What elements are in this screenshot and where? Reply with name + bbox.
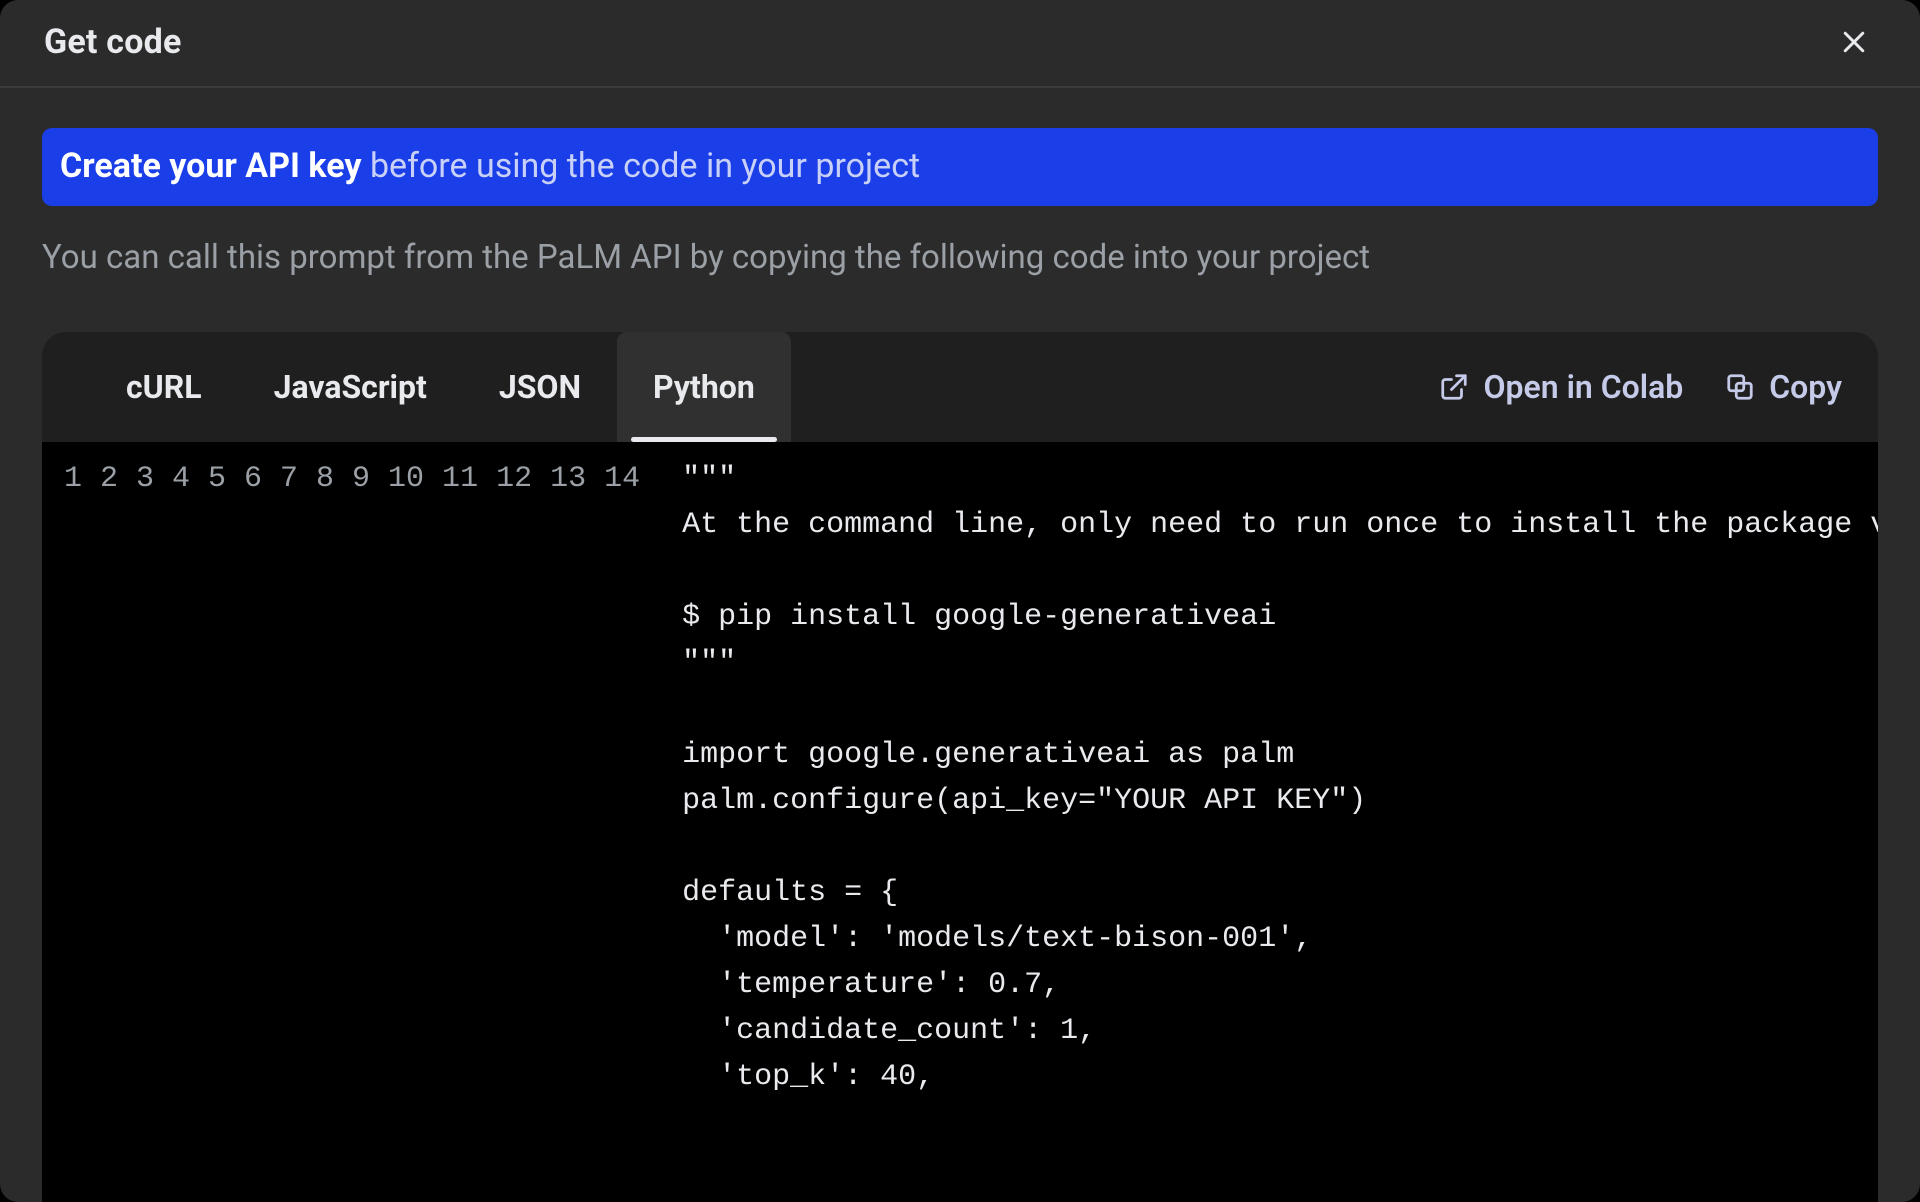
code-actions: Open in Colab Copy xyxy=(1439,332,1842,442)
get-code-dialog: Get code Create your API key before usin… xyxy=(0,0,1920,1202)
instruction-text: You can call this prompt from the PaLM A… xyxy=(42,236,1878,281)
close-icon xyxy=(1839,27,1869,57)
close-button[interactable] xyxy=(1832,20,1876,64)
api-key-banner[interactable]: Create your API key before using the cod… xyxy=(42,128,1878,206)
tab-python[interactable]: Python xyxy=(617,332,791,442)
copy-label: Copy xyxy=(1769,368,1842,406)
language-tabs: cURL JavaScript JSON Python xyxy=(90,332,791,442)
spacer xyxy=(791,332,1440,442)
open-external-icon xyxy=(1439,372,1469,402)
tab-curl[interactable]: cURL xyxy=(90,332,238,442)
copy-button[interactable]: Copy xyxy=(1725,368,1842,406)
dialog-title: Get code xyxy=(44,22,182,62)
banner-rest-text: before using the code in your project xyxy=(362,146,921,186)
open-in-colab-button[interactable]: Open in Colab xyxy=(1439,368,1683,406)
line-number-gutter: 1 2 3 4 5 6 7 8 9 10 11 12 13 14 xyxy=(42,442,652,1202)
code-content[interactable]: """ At the command line, only need to ru… xyxy=(652,442,1878,1114)
dialog-body: Create your API key before using the cod… xyxy=(0,88,1920,1202)
tab-json[interactable]: JSON xyxy=(463,332,617,442)
code-card: cURL JavaScript JSON Python Open in Cola… xyxy=(42,332,1878,1202)
code-scroll[interactable]: """ At the command line, only need to ru… xyxy=(652,442,1878,1202)
open-in-colab-label: Open in Colab xyxy=(1483,368,1683,406)
copy-icon xyxy=(1725,372,1755,402)
code-area: 1 2 3 4 5 6 7 8 9 10 11 12 13 14 """ At … xyxy=(42,442,1878,1202)
create-api-key-link[interactable]: Create your API key xyxy=(60,146,362,186)
tab-javascript[interactable]: JavaScript xyxy=(238,332,463,442)
dialog-header: Get code xyxy=(0,0,1920,88)
tabs-row: cURL JavaScript JSON Python Open in Cola… xyxy=(42,332,1878,442)
